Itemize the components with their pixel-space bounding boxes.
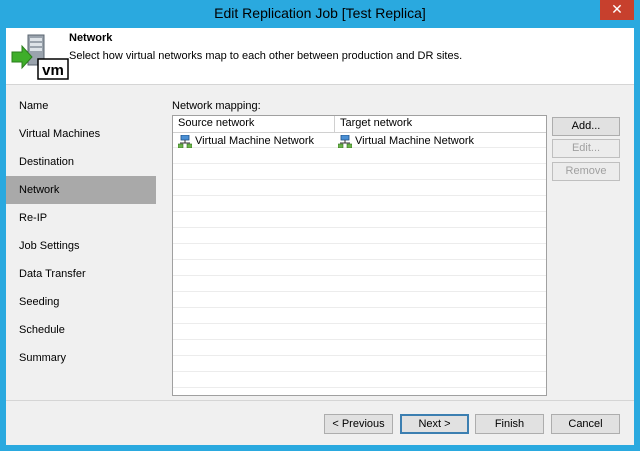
network-icon — [178, 134, 192, 148]
remove-button[interactable]: Remove — [552, 162, 620, 181]
step-schedule[interactable]: Schedule — [6, 316, 156, 344]
wizard-steps: Name Virtual Machines Destination Networ… — [6, 92, 156, 372]
vm-import-icon: vm — [11, 34, 69, 80]
step-seeding[interactable]: Seeding — [6, 288, 156, 316]
step-destination[interactable]: Destination — [6, 148, 156, 176]
step-data-transfer[interactable]: Data Transfer — [6, 260, 156, 288]
next-button[interactable]: Next > — [400, 414, 469, 434]
wizard-header: vm Network Select how virtual networks m… — [6, 28, 634, 85]
wizard-body: vm Network Select how virtual networks m… — [6, 28, 634, 445]
step-summary[interactable]: Summary — [6, 344, 156, 372]
replication-job-window: Edit Replication Job [Test Replica] ✕ vm… — [0, 0, 640, 451]
network-mapping-list[interactable]: Source network Target network Virtual Ma… — [172, 115, 547, 396]
svg-text:vm: vm — [42, 62, 64, 79]
network-mapping-label: Network mapping: — [172, 100, 261, 112]
column-target-network[interactable]: Target network — [335, 116, 546, 132]
footer-divider — [6, 400, 634, 401]
close-button[interactable]: ✕ — [600, 0, 634, 20]
target-network-value: Virtual Machine Network — [355, 134, 475, 147]
network-icon — [338, 134, 352, 148]
step-name[interactable]: Name — [6, 92, 156, 120]
window-title: Edit Replication Job [Test Replica] — [214, 5, 426, 21]
edit-button[interactable]: Edit... — [552, 139, 620, 158]
list-header: Source network Target network — [173, 116, 546, 133]
finish-button[interactable]: Finish — [475, 414, 544, 434]
step-virtual-machines[interactable]: Virtual Machines — [6, 120, 156, 148]
source-network-value: Virtual Machine Network — [195, 134, 315, 147]
source-network-cell: Virtual Machine Network — [173, 133, 335, 149]
step-network[interactable]: Network — [6, 176, 156, 204]
previous-button[interactable]: < Previous — [324, 414, 393, 434]
target-network-cell: Virtual Machine Network — [335, 133, 546, 149]
page-title: Network — [69, 32, 113, 44]
step-job-settings[interactable]: Job Settings — [6, 232, 156, 260]
title-bar[interactable]: Edit Replication Job [Test Replica] ✕ — [0, 0, 640, 28]
cancel-button[interactable]: Cancel — [551, 414, 620, 434]
add-button[interactable]: Add... — [552, 117, 620, 136]
page-subtitle: Select how virtual networks map to each … — [69, 50, 463, 62]
table-row[interactable]: Virtual Machine Network Virtual Machine … — [173, 133, 546, 149]
step-re-ip[interactable]: Re-IP — [6, 204, 156, 232]
column-source-network[interactable]: Source network — [173, 116, 335, 132]
